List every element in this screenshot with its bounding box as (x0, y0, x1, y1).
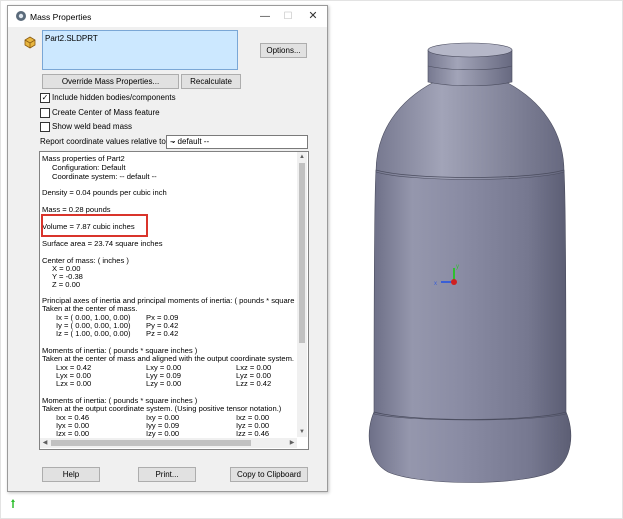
model-viewport[interactable]: x y (330, 20, 610, 490)
override-mass-properties-button[interactable]: Override Mass Properties... (42, 74, 179, 89)
principal-axis-iz: Iz = ( 1.00, 0.00, 0.00) (56, 329, 131, 338)
scroll-down-icon[interactable]: ▼ (297, 427, 307, 437)
coordinate-system-line: Coordinate system: -- default -- (52, 172, 157, 181)
checkbox-box[interactable] (40, 122, 50, 132)
center-of-mass-z: Z = 0.00 (52, 280, 81, 289)
mass-properties-dialog: Mass Properties — ☐ ✕ Part2.SLDPRT Optio… (7, 5, 328, 492)
selected-items-list[interactable]: Part2.SLDPRT (42, 30, 238, 70)
results-header: Mass properties of Part2 (42, 154, 125, 163)
checkbox-label: Include hidden bodies/components (52, 93, 176, 102)
report-coordinate-label: Report coordinate values relative to: (40, 137, 169, 146)
horizontal-scrollbar[interactable]: ◀ ▶ (40, 438, 297, 448)
minimize-button[interactable]: — (256, 9, 274, 24)
vertical-scroll-thumb[interactable] (299, 163, 305, 343)
moi-center-cell: Lzy = 0.00 (146, 379, 182, 388)
selected-part-name[interactable]: Part2.SLDPRT (45, 34, 98, 43)
moi-output-cell: Izz = 0.46 (236, 429, 270, 438)
svg-text:x: x (434, 281, 437, 287)
copy-to-clipboard-button[interactable]: Copy to Clipboard (230, 467, 308, 482)
scroll-right-icon[interactable]: ▶ (287, 438, 297, 448)
moi-output-cell: Izy = 0.00 (146, 429, 180, 438)
moi-output-cell: Izx = 0.00 (56, 429, 90, 438)
chevron-down-icon[interactable]: ⌄ (170, 136, 304, 145)
checkbox-label: Show weld bead mass (52, 122, 133, 131)
moi-center-cell: Lzz = 0.42 (236, 379, 272, 388)
volume-highlight-box (41, 214, 148, 237)
principal-moment-pz: Pz = 0.42 (146, 329, 179, 338)
help-button[interactable]: Help (42, 467, 100, 482)
close-button[interactable]: ✕ (304, 9, 322, 24)
moi-output-subtitle: Taken at the output coordinate system. (… (42, 404, 282, 413)
surface-area-line: Surface area = 23.74 square inches (42, 239, 163, 248)
moi-center-cell: Lzx = 0.00 (56, 379, 92, 388)
scroll-left-icon[interactable]: ◀ (40, 438, 50, 448)
results-text-area[interactable]: Mass properties of Part2 Configuration: … (39, 151, 309, 450)
principal-axes-subtitle: Taken at the center of mass. (42, 304, 138, 313)
scroll-up-icon[interactable]: ▲ (297, 152, 307, 162)
maximize-button[interactable]: ☐ (279, 9, 297, 24)
checkbox-box[interactable] (40, 108, 50, 118)
title-bar[interactable]: Mass Properties — ☐ ✕ (8, 6, 327, 27)
window-title: Mass Properties (30, 12, 92, 22)
mass-properties-icon (16, 11, 26, 21)
recalculate-button[interactable]: Recalculate (181, 74, 241, 89)
svg-text:y: y (456, 264, 459, 270)
vertical-scrollbar[interactable]: ▲ ▼ (297, 152, 307, 437)
coordinate-system-dropdown[interactable]: -- default -- ⌄ (166, 135, 308, 149)
part-icon (24, 36, 36, 49)
options-button[interactable]: Options... (260, 43, 307, 58)
checkbox-box[interactable]: ✓ (40, 93, 50, 103)
bottle-model[interactable] (368, 42, 572, 483)
configuration-line: Configuration: Default (52, 163, 126, 172)
mass-line: Mass = 0.28 pounds (42, 205, 111, 214)
density-line: Density = 0.04 pounds per cubic inch (42, 188, 167, 197)
checkbox-label: Create Center of Mass feature (52, 108, 160, 117)
moi-center-subtitle: Taken at the center of mass and aligned … (42, 354, 295, 363)
horizontal-scroll-thumb[interactable] (51, 440, 251, 446)
origin-icon (11, 499, 15, 508)
print-button[interactable]: Print... (138, 467, 196, 482)
